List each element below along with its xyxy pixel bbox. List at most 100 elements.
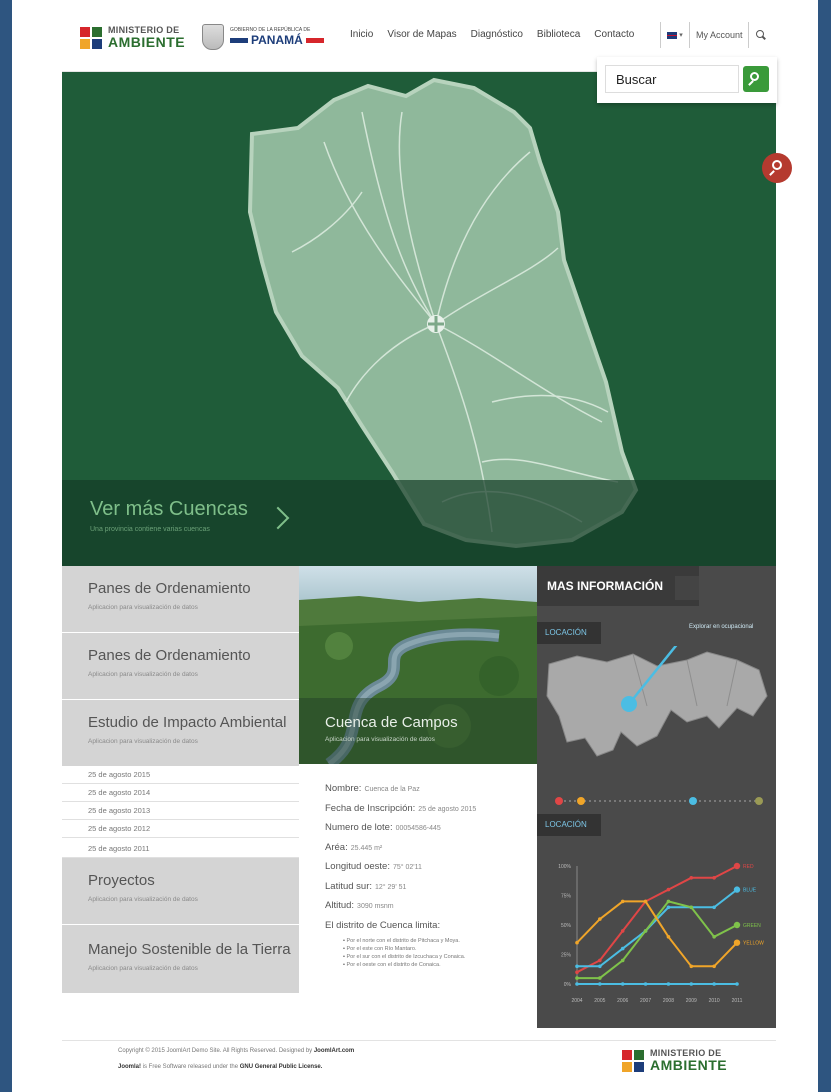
gov-big: PANAMÁ <box>230 33 324 47</box>
panel-title: Manejo Sostenible de la Tierra <box>88 941 291 958</box>
gobierno-logo[interactable]: GOBIERNO DE LA REPÚBLICA DE PANAMÁ <box>202 24 324 50</box>
hero-caption <box>62 480 776 566</box>
label: Latitud sur: <box>325 880 372 892</box>
sidebar-tab[interactable] <box>675 576 699 600</box>
data-point[interactable] <box>689 876 694 880</box>
joomla-link[interactable]: Joomla! <box>118 1064 141 1070</box>
value: 75° 02'11 <box>392 864 422 871</box>
data-point[interactable] <box>620 958 625 963</box>
data-point[interactable] <box>620 946 625 951</box>
gpl-link[interactable]: GNU General Public License. <box>240 1064 323 1070</box>
data-point[interactable] <box>712 982 716 986</box>
data-point[interactable] <box>620 982 625 986</box>
data-point[interactable] <box>643 929 648 933</box>
panel-impacto-ambiental[interactable]: Estudio de Impacto Ambiental Aplicacion … <box>62 700 299 766</box>
ministerio-logo[interactable]: MINISTERIO DE AMBIENTE <box>80 22 185 52</box>
copyright: Copyright © 2015 JoomlArt Demo Site. All… <box>118 1048 355 1054</box>
search-icon[interactable] <box>756 30 766 40</box>
date-item[interactable]: 25 de agosto 2012 <box>62 820 299 838</box>
timeline-dot[interactable] <box>555 797 563 805</box>
value: Cuenca de la Paz <box>364 786 420 793</box>
data-point[interactable] <box>712 935 716 939</box>
data-point[interactable] <box>643 982 648 986</box>
data-point[interactable] <box>575 982 579 986</box>
panel-title: Panes de Ordenamiento <box>88 580 251 597</box>
search-button[interactable] <box>743 66 769 92</box>
language-selector[interactable]: ▾ <box>660 22 690 48</box>
footer-logo[interactable]: MINISTERIO DE AMBIENTE <box>622 1048 727 1072</box>
panel-panes-1[interactable]: Panes de Ordenamiento Aplicacion para vi… <box>62 566 299 632</box>
data-point[interactable] <box>620 929 625 933</box>
timeline-dot[interactable] <box>755 797 763 805</box>
distrito-heading: El distrito de Cuenca limita: <box>325 919 441 931</box>
label: Nombre: <box>325 783 362 794</box>
panel-proyectos[interactable]: Proyectos Aplicacion para visualización … <box>62 858 299 924</box>
date-item[interactable]: 25 de agosto 2011 <box>62 838 299 858</box>
nav-diagnostico[interactable]: Diagnóstico <box>471 29 523 40</box>
data-point[interactable] <box>575 940 579 945</box>
data-point[interactable] <box>666 905 671 910</box>
value: 00054586-445 <box>395 825 441 832</box>
panel-subtitle: Aplicacion para visualización de datos <box>88 738 198 745</box>
data-point[interactable] <box>620 899 625 904</box>
data-point[interactable] <box>666 982 671 986</box>
info-sidebar: MAS INFORMACIÓN LOCACIÓN Explorar en ocu… <box>537 566 776 1028</box>
timeline-dot[interactable] <box>577 797 585 805</box>
designer-link[interactable]: JoomlArt.com <box>314 1048 354 1054</box>
coat-of-arms-icon <box>202 24 224 50</box>
x-tick-label: 2006 <box>617 998 628 1004</box>
series-line <box>577 888 738 968</box>
data-point[interactable] <box>712 964 716 969</box>
timeline[interactable] <box>537 788 776 814</box>
location-tab-1[interactable]: LOCACIÓN <box>537 622 601 644</box>
label: Fecha de Inscripción: <box>325 802 416 814</box>
ministerio-logo-icon <box>622 1048 646 1072</box>
search-input[interactable]: Buscar <box>605 65 739 93</box>
panel-manejo-sostenible[interactable]: Manejo Sostenible de la Tierra Aplicacio… <box>62 925 299 993</box>
data-point[interactable] <box>598 976 602 980</box>
data-point[interactable] <box>666 899 671 904</box>
data-point[interactable] <box>689 982 694 986</box>
date-item[interactable]: 25 de agosto 2013 <box>62 802 299 820</box>
location-tab-2[interactable]: LOCACIÓN <box>537 814 601 836</box>
data-point[interactable] <box>598 964 602 969</box>
timeline-dot[interactable] <box>689 797 697 805</box>
date-item[interactable]: 25 de agosto 2014 <box>62 784 299 802</box>
data-point[interactable] <box>666 935 671 939</box>
brand-big: AMBIENTE <box>108 33 186 50</box>
my-account-link[interactable]: My Account <box>696 30 743 40</box>
panel-panes-2[interactable]: Panes de Ordenamiento Aplicacion para vi… <box>62 633 299 699</box>
data-point[interactable] <box>643 899 648 904</box>
data-point[interactable] <box>598 982 602 986</box>
nav-visor-de-mapas[interactable]: Visor de Mapas <box>387 29 456 40</box>
data-point[interactable] <box>712 876 716 880</box>
x-tick-label: 2008 <box>663 998 674 1004</box>
photo-title[interactable]: Cuenca de Campos <box>325 714 458 731</box>
label: Longitud oeste: <box>325 861 390 872</box>
data-point[interactable] <box>575 964 579 969</box>
date-item[interactable]: 25 de agosto 2015 <box>62 766 299 784</box>
nav-contacto[interactable]: Contacto <box>594 29 634 40</box>
nav-biblioteca[interactable]: Biblioteca <box>537 29 580 40</box>
data-point[interactable] <box>575 976 579 980</box>
x-tick-label: 2011 <box>732 998 743 1004</box>
explore-label[interactable]: Explorar en ocupacional <box>689 624 753 630</box>
data-point[interactable] <box>598 958 602 963</box>
floating-search-button[interactable] <box>762 153 792 183</box>
panama-map[interactable] <box>537 646 776 786</box>
data-point[interactable] <box>598 917 602 921</box>
data-point[interactable] <box>712 905 716 910</box>
data-point[interactable] <box>689 905 694 910</box>
y-tick-label: 75% <box>561 894 572 900</box>
line-chart[interactable]: 100% 75% 50% 25% 0% 2004 2005 2006 2007 2008 2009 2… <box>537 844 776 1028</box>
data-point[interactable] <box>575 970 579 974</box>
data-point[interactable] <box>666 887 671 892</box>
data-point[interactable] <box>735 982 739 986</box>
series-end-marker <box>733 921 741 929</box>
nav-inicio[interactable]: Inicio <box>350 29 373 40</box>
series-end-marker <box>733 886 741 893</box>
x-tick-label: 2009 <box>686 998 697 1004</box>
data-point[interactable] <box>689 964 694 969</box>
panel-subtitle: Aplicacion para visualización de datos <box>88 896 198 903</box>
hero-title[interactable]: Ver más Cuencas <box>90 498 248 521</box>
